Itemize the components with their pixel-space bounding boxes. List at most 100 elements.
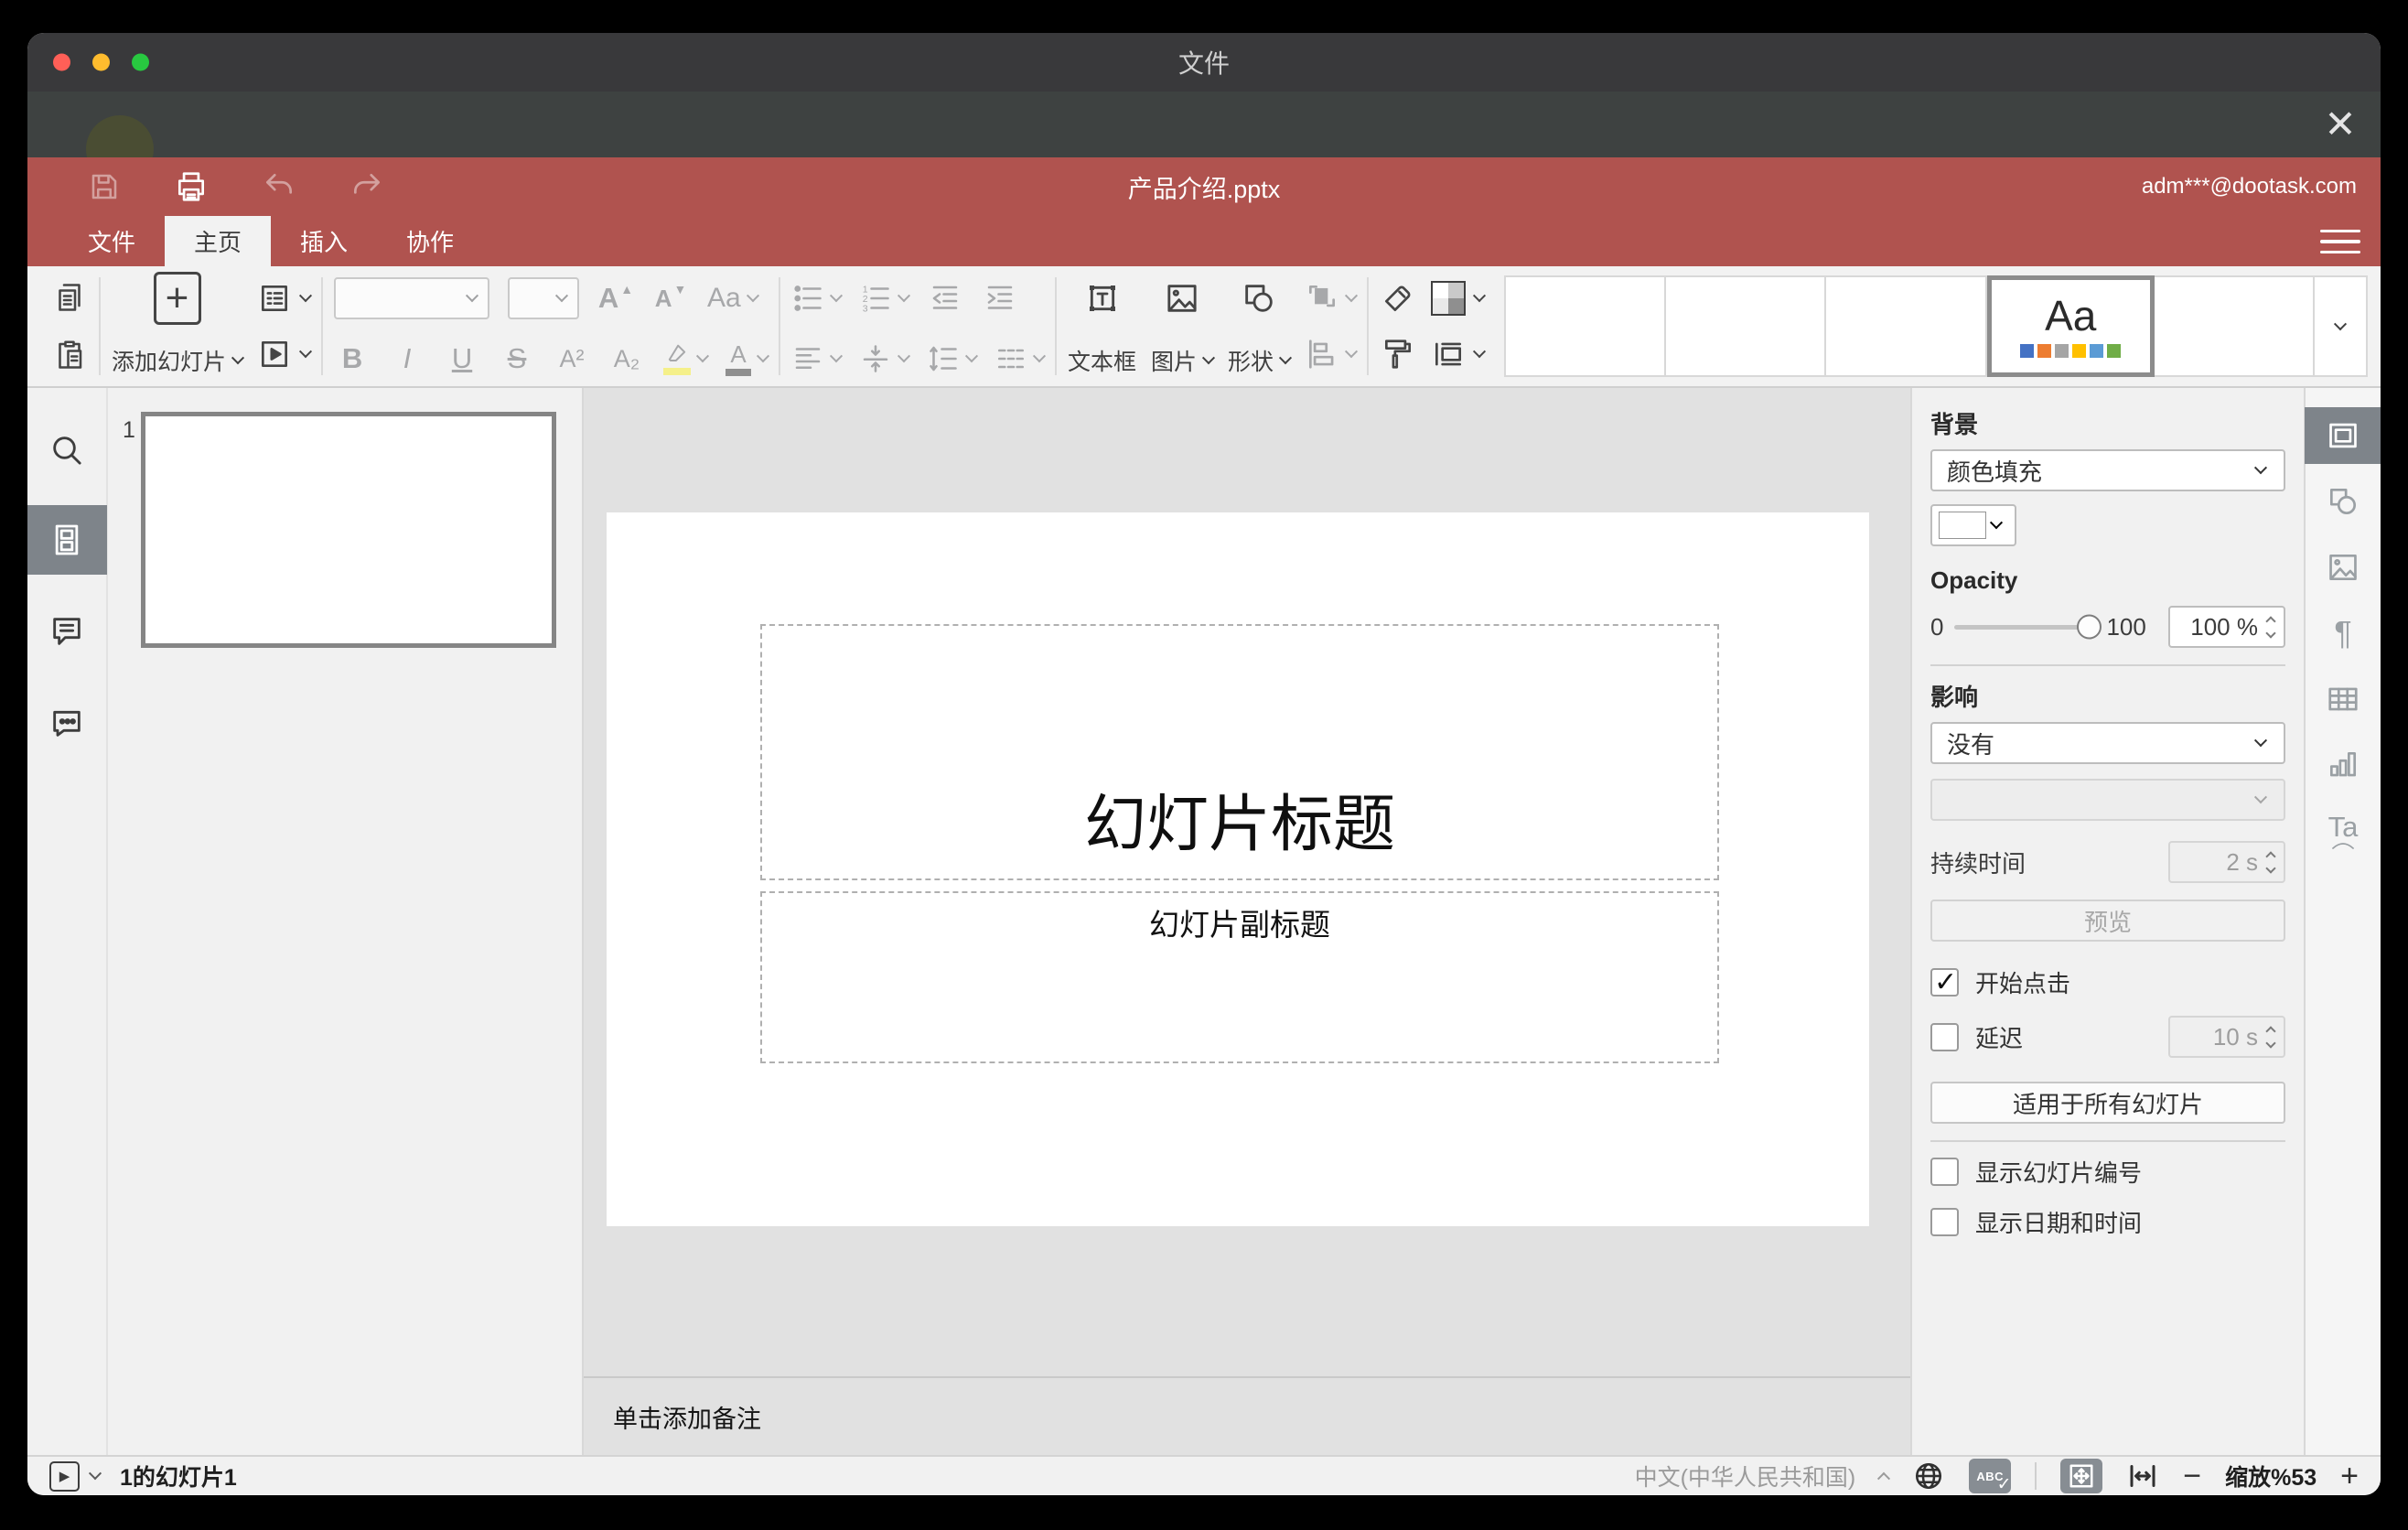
slide-thumbnail[interactable] xyxy=(141,412,556,648)
redo-button[interactable] xyxy=(349,169,384,204)
notes-area[interactable]: 单击添加备注 xyxy=(584,1376,1910,1455)
textart-settings-tab[interactable]: Ta xyxy=(2305,803,2381,859)
show-date-time-checkbox[interactable] xyxy=(1930,1208,1959,1236)
minimize-window-button[interactable] xyxy=(92,53,110,71)
opacity-spinner[interactable]: 100 % xyxy=(2168,606,2285,648)
font-color-button[interactable]: A xyxy=(726,336,770,382)
slide-size-button[interactable] xyxy=(1431,331,1487,377)
theme-option-selected[interactable]: Aa xyxy=(1986,275,2155,377)
underline-button[interactable]: U xyxy=(444,336,480,382)
undo-button[interactable] xyxy=(262,169,296,204)
start-slideshow-button[interactable] xyxy=(257,331,313,377)
spinner-arrows-icon[interactable] xyxy=(2265,615,2276,639)
tab-home[interactable]: 主页 xyxy=(165,216,272,266)
view-settings-menu-icon[interactable] xyxy=(2320,223,2360,260)
paste-button[interactable] xyxy=(51,334,88,378)
paragraph-settings-tab[interactable]: ¶ xyxy=(2305,605,2381,662)
chevron-down-icon[interactable] xyxy=(88,1467,102,1481)
chevron-down-icon xyxy=(1344,345,1359,359)
add-slide-label-button[interactable]: 添加幻灯片 xyxy=(112,344,245,377)
copy-style-button[interactable] xyxy=(1380,331,1416,377)
theme-option-3[interactable] xyxy=(1826,275,1987,377)
line-spacing-button[interactable] xyxy=(927,336,979,382)
highlight-color-button[interactable] xyxy=(663,336,710,382)
document-language[interactable]: 中文(中华人民共和国) xyxy=(1635,1460,1856,1492)
zoom-in-button[interactable]: + xyxy=(2340,1460,2359,1492)
font-size-combo[interactable] xyxy=(508,277,580,319)
tab-insert[interactable]: 插入 xyxy=(271,216,377,266)
font-name-combo[interactable] xyxy=(334,277,490,319)
subscript-button[interactable]: A₂ xyxy=(608,336,645,382)
slide-settings-tab[interactable] xyxy=(2305,407,2381,464)
title-placeholder[interactable]: 幻灯片标题 xyxy=(760,624,1719,880)
subtitle-placeholder[interactable]: 幻灯片副标题 xyxy=(760,891,1719,1063)
columns-button[interactable] xyxy=(994,336,1047,382)
insert-image-button[interactable] xyxy=(1164,275,1200,321)
shape-settings-tab[interactable] xyxy=(2305,473,2381,530)
increment-font-button[interactable]: A ▲ xyxy=(597,275,634,321)
spell-check-button[interactable]: ABC ✓ xyxy=(1969,1459,2012,1494)
insert-shape-label[interactable]: 形状 xyxy=(1228,344,1293,377)
start-slideshow-statusbar-button[interactable]: ▶ xyxy=(49,1460,80,1492)
apply-to-all-slides-button[interactable]: 适用于所有幻灯片 xyxy=(1930,1082,2285,1124)
horizontal-align-button[interactable] xyxy=(791,336,844,382)
bold-button[interactable]: B xyxy=(334,336,371,382)
delay-checkbox[interactable] xyxy=(1930,1022,1959,1051)
zoom-out-button[interactable]: − xyxy=(2183,1460,2201,1492)
chat-button[interactable] xyxy=(27,688,107,758)
start-on-click-checkbox[interactable] xyxy=(1930,966,1959,998)
slide-canvas[interactable]: 幻灯片标题 幻灯片副标题 xyxy=(607,512,1869,1226)
strikeout-button[interactable]: S xyxy=(499,336,535,382)
align-shape-button[interactable] xyxy=(1305,331,1359,377)
change-layout-button[interactable] xyxy=(257,275,313,321)
select-all-button[interactable] xyxy=(1380,275,1416,321)
tab-collaboration[interactable]: 协作 xyxy=(377,216,483,266)
increase-indent-button[interactable] xyxy=(982,275,1018,321)
decrement-font-button[interactable]: A ▼ xyxy=(652,275,689,321)
copy-button[interactable] xyxy=(51,275,88,319)
decrease-indent-button[interactable] xyxy=(927,275,963,321)
italic-button[interactable]: I xyxy=(389,336,425,382)
fit-to-width-button[interactable] xyxy=(2126,1460,2159,1492)
vertical-align-button[interactable] xyxy=(859,336,911,382)
background-fill-select[interactable]: 颜色填充 xyxy=(1930,449,2285,491)
insert-textbox-button[interactable] xyxy=(1084,275,1121,321)
background-color-picker[interactable] xyxy=(1930,504,2016,546)
comments-button[interactable] xyxy=(27,597,107,666)
insert-textbox-label[interactable]: 文本框 xyxy=(1068,344,1136,377)
close-document-icon[interactable]: ✕ xyxy=(2318,102,2362,146)
numbering-button[interactable]: 123 xyxy=(859,275,911,321)
change-case-button[interactable]: Aa xyxy=(707,275,759,321)
find-button[interactable] xyxy=(27,415,107,485)
effect-select[interactable]: 没有 xyxy=(1930,722,2285,764)
color-schemes-button[interactable] xyxy=(1431,275,1487,321)
image-settings-tab[interactable] xyxy=(2305,539,2381,596)
insert-shape-button[interactable] xyxy=(1241,275,1277,321)
print-button[interactable] xyxy=(174,169,209,204)
add-slide-button[interactable]: + xyxy=(153,272,201,325)
add-slide-icon: + xyxy=(153,272,201,325)
bullets-button[interactable] xyxy=(791,275,844,321)
opacity-slider-thumb[interactable] xyxy=(2077,614,2102,640)
theme-gallery-expand-button[interactable] xyxy=(2315,275,2368,377)
chart-settings-tab[interactable] xyxy=(2305,737,2381,793)
slides-panel-button[interactable] xyxy=(27,505,107,575)
decrease-indent-icon xyxy=(932,286,958,309)
theme-option-5[interactable] xyxy=(2154,275,2315,377)
fit-to-slide-button[interactable] xyxy=(2060,1459,2103,1493)
theme-option-2[interactable] xyxy=(1666,275,1827,377)
theme-option-1[interactable] xyxy=(1504,275,1667,377)
tab-file[interactable]: 文件 xyxy=(59,216,165,266)
close-window-button[interactable] xyxy=(53,53,70,71)
set-language-button[interactable] xyxy=(1912,1460,1945,1492)
superscript-button[interactable]: A² xyxy=(554,336,590,382)
save-button[interactable] xyxy=(88,170,121,203)
show-slide-number-checkbox[interactable] xyxy=(1930,1158,1959,1186)
table-settings-tab[interactable] xyxy=(2305,671,2381,727)
status-bar: ▶ 1的幻灯片1 中文(中华人民共和国) ABC ✓ − 缩放%53 + xyxy=(27,1455,2381,1495)
arrange-shape-button[interactable] xyxy=(1305,275,1359,321)
insert-image-label[interactable]: 图片 xyxy=(1151,344,1216,377)
maximize-window-button[interactable] xyxy=(132,53,149,71)
notes-placeholder: 单击添加备注 xyxy=(613,1405,761,1433)
opacity-slider[interactable] xyxy=(1954,614,2102,640)
